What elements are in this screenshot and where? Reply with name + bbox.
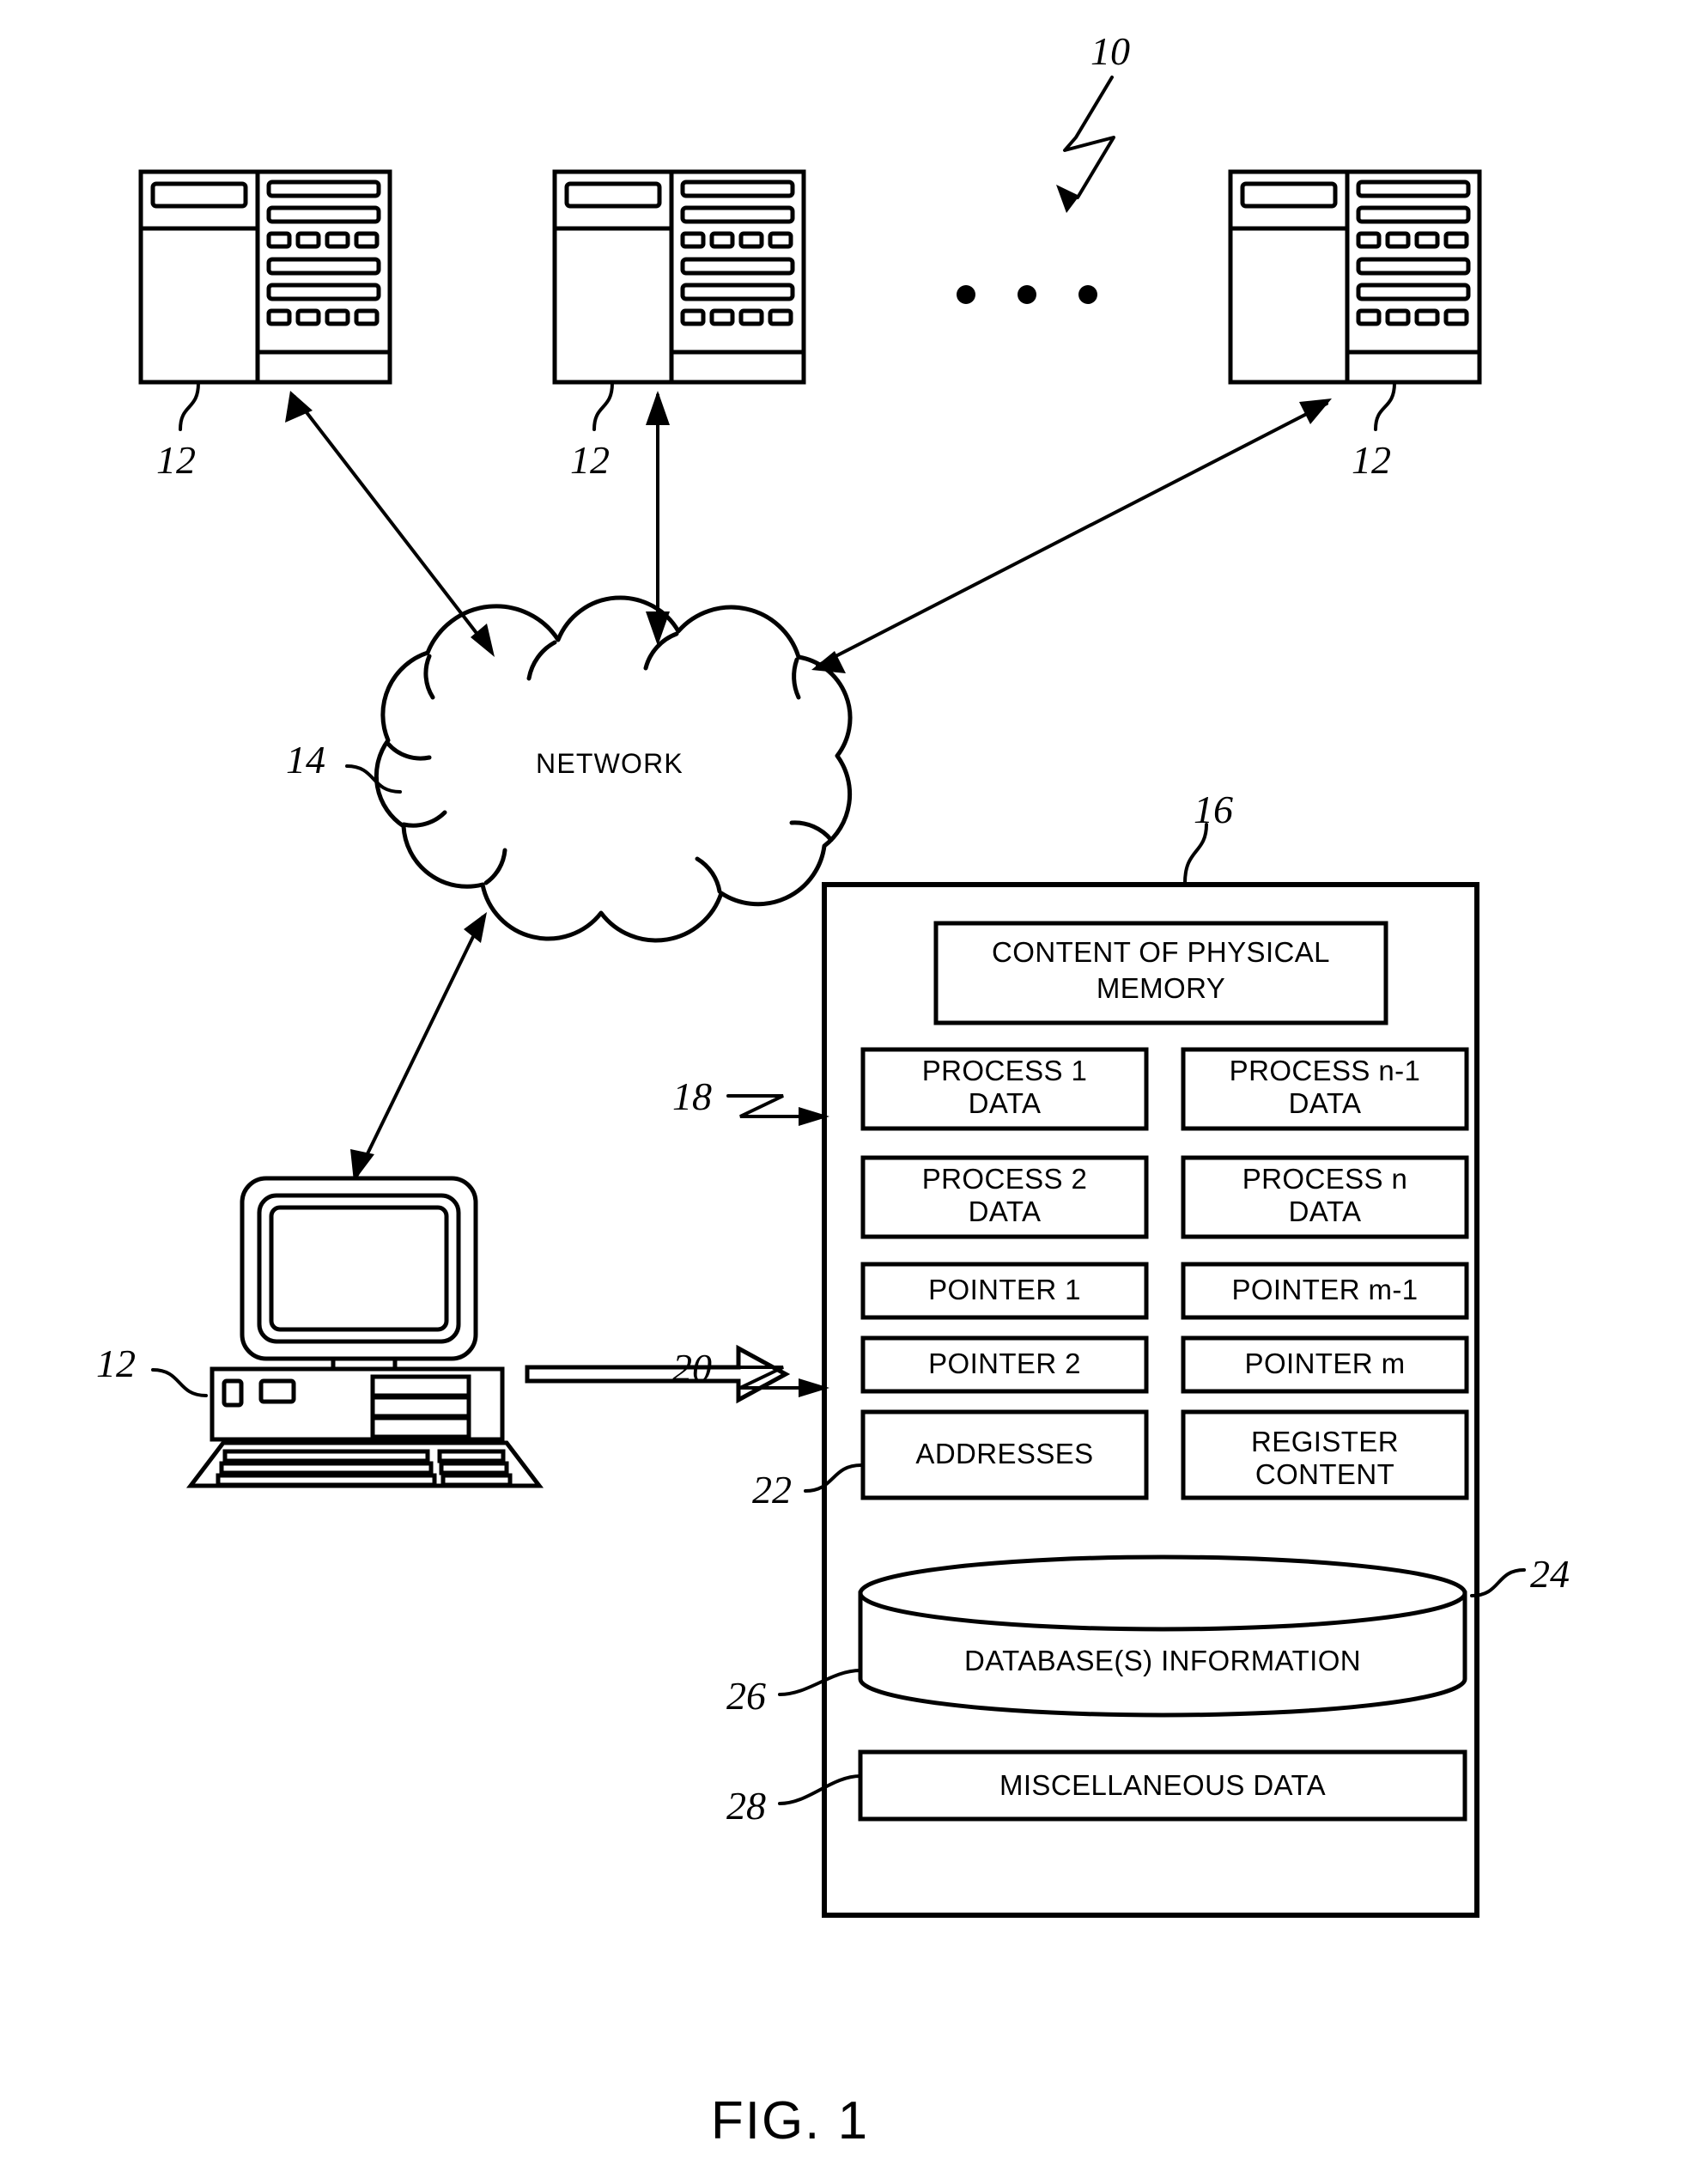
memory-header-line2: MEMORY: [1097, 972, 1225, 1004]
memory-row-2-left-line1: POINTER 1: [928, 1274, 1081, 1305]
memory-row-1-left-line1: PROCESS 2: [922, 1163, 1088, 1195]
memory-row-1-right-line1: PROCESS n: [1242, 1163, 1408, 1195]
ref-label-16: 16: [1194, 788, 1233, 831]
memory-row-4-right-line2: CONTENT: [1255, 1458, 1394, 1490]
memory-row-3-right: POINTER m: [1181, 1335, 1469, 1394]
ref-18-leader: [726, 1094, 809, 1118]
server-1-leader: [179, 381, 200, 431]
ref-label-12-server-3: 12: [1352, 438, 1391, 482]
figure-1-diagram: 10 12 12 12 NETWORK 14 12 16 CONTENT OF …: [96, 29, 1570, 2151]
ref-label-28: 28: [726, 1784, 766, 1828]
memory-row-2-right-line1: POINTER m-1: [1231, 1274, 1418, 1305]
memory-row-4-right-line1: REGISTER: [1251, 1426, 1399, 1457]
lightning-leader-arrowhead: [1056, 185, 1079, 213]
ref-24-leader: [1470, 1568, 1526, 1597]
database-label: DATABASE(S) INFORMATION: [964, 1645, 1361, 1676]
keyboard-keys: [216, 1449, 513, 1487]
memory-row-0-right: PROCESS n-1 DATA: [1181, 1047, 1469, 1131]
memory-row-1-right: PROCESS n DATA: [1181, 1155, 1469, 1239]
memory-row-2-right: POINTER m-1: [1181, 1262, 1469, 1320]
memory-row-3-left-line1: POINTER 2: [928, 1348, 1081, 1379]
server-icon-3: [1228, 169, 1482, 385]
memory-row-1-left-line2: DATA: [969, 1195, 1042, 1227]
arrow-server1-network: [285, 391, 495, 657]
arrow-server3-network: [811, 398, 1332, 673]
ref-label-20: 20: [672, 1346, 712, 1390]
ref-label-14: 14: [286, 738, 325, 782]
memory-row-1-left: PROCESS 2 DATA: [860, 1155, 1149, 1239]
memory-row-1-right-line2: DATA: [1289, 1195, 1362, 1227]
ref-label-24: 24: [1530, 1552, 1570, 1596]
memory-row-3-right-line1: POINTER m: [1245, 1348, 1406, 1379]
figure-caption: FIG. 1: [711, 2091, 869, 2151]
ref-label-26: 26: [726, 1674, 766, 1718]
misc-data-label: MISCELLANEOUS DATA: [999, 1769, 1326, 1801]
lightning-leader-line: [1063, 76, 1115, 199]
memory-row-2-left: POINTER 1: [860, 1262, 1149, 1320]
memory-row-0-left-line2: DATA: [969, 1087, 1042, 1119]
ref-label-12-server-2: 12: [570, 438, 610, 482]
network-label: NETWORK: [536, 748, 683, 779]
memory-ref-leader: [1183, 823, 1208, 885]
memory-row-4-left-line1: ADDRESSES: [915, 1438, 1093, 1469]
ref-label-10: 10: [1091, 29, 1130, 73]
database-cylinder: DATABASE(S) INFORMATION: [858, 1554, 1467, 1718]
ellipsis-dots: [957, 285, 1097, 304]
patent-figure-page: 10 12 12 12 NETWORK 14 12 16 CONTENT OF …: [0, 0, 1695, 2184]
misc-data-box: MISCELLANEOUS DATA: [858, 1749, 1467, 1822]
memory-row-4-left: ADDRESSES: [860, 1409, 1149, 1500]
memory-row-3-left: POINTER 2: [860, 1335, 1149, 1394]
ref-label-12-server-1: 12: [156, 438, 196, 482]
network-ref-leader: [345, 764, 402, 794]
memory-row-0-left-line1: PROCESS 1: [922, 1055, 1088, 1086]
server-2-leader: [592, 381, 614, 431]
server-icon-1: [138, 169, 392, 385]
memory-row-0-left: PROCESS 1 DATA: [860, 1047, 1149, 1131]
server-3-leader: [1374, 381, 1396, 431]
memory-row-0-right-line1: PROCESS n-1: [1230, 1055, 1421, 1086]
memory-row-0-right-line2: DATA: [1289, 1087, 1362, 1119]
ref-label-18: 18: [672, 1074, 712, 1118]
block-arrow-to-memory: [525, 1344, 791, 1404]
memory-header-line1: CONTENT OF PHYSICAL: [992, 936, 1330, 968]
memory-row-4-right: REGISTER CONTENT: [1181, 1409, 1469, 1500]
ref-label-12-workstation: 12: [96, 1341, 136, 1385]
workstation-ref-leader: [151, 1368, 208, 1397]
arrow-network-workstation: [350, 912, 487, 1182]
memory-header-box: CONTENT OF PHYSICAL MEMORY: [933, 921, 1388, 1025]
network-cloud: NETWORK: [374, 595, 853, 943]
server-icon-2: [552, 169, 806, 385]
workstation-icon: [185, 1176, 544, 1488]
ref-label-22: 22: [752, 1468, 792, 1512]
